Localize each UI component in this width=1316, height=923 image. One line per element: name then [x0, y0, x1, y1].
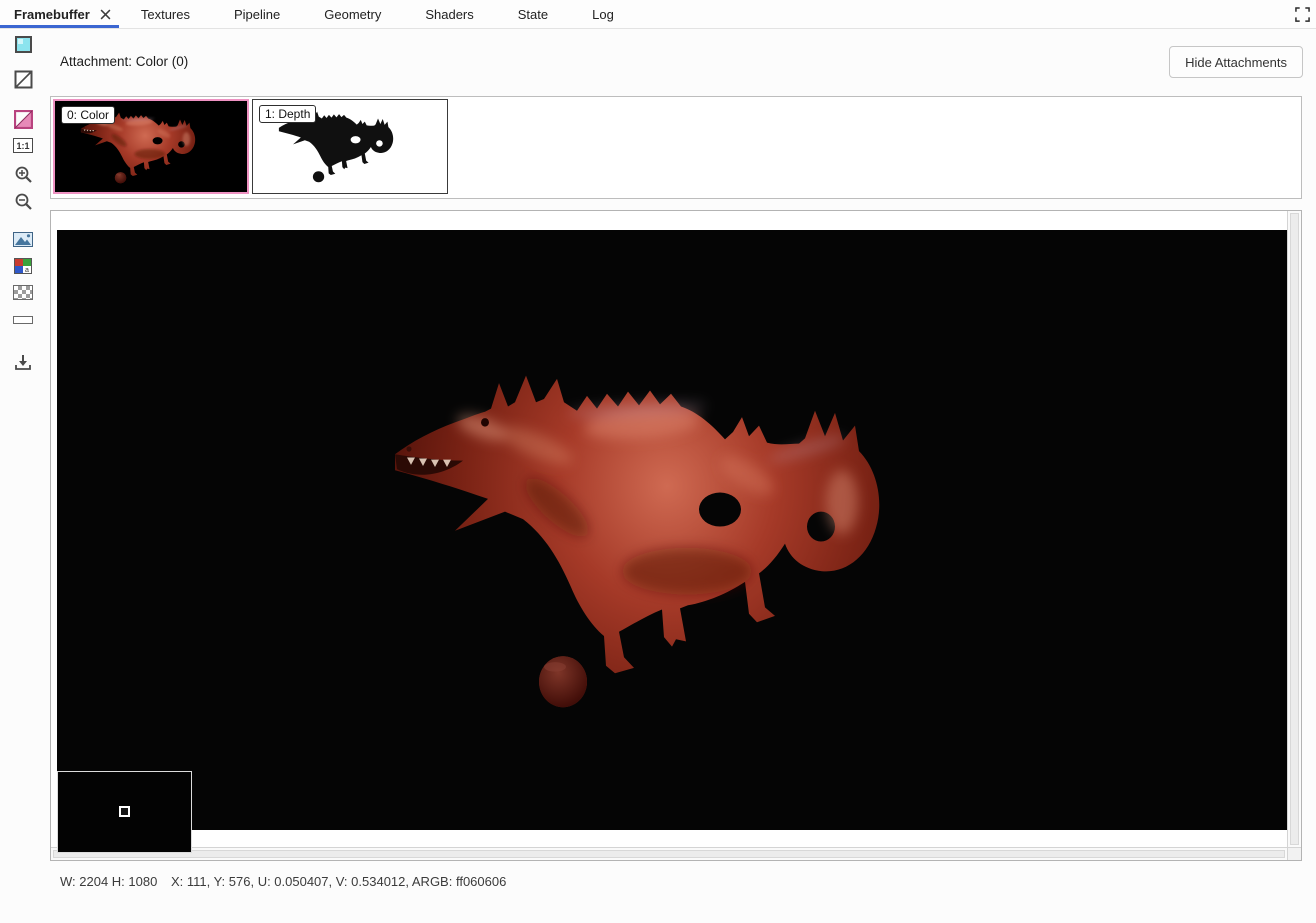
vertical-scrollbar[interactable] — [1287, 211, 1301, 847]
attachment-color-label: 0: Color — [61, 106, 115, 124]
tab-state[interactable]: State — [496, 0, 570, 28]
color-swatch-button[interactable] — [15, 36, 32, 53]
solid-background-icon — [13, 316, 33, 324]
tab-shaders[interactable]: Shaders — [403, 0, 495, 28]
pixel-marker — [119, 806, 130, 817]
save-image-button[interactable] — [14, 353, 32, 371]
save-image-icon — [14, 353, 32, 371]
flip-vertical-icon — [14, 110, 33, 129]
attachment-depth-label: 1: Depth — [259, 105, 316, 123]
alpha-channel-label: a — [25, 267, 29, 274]
tab-state-label: State — [518, 7, 548, 22]
color-channels-button[interactable]: a — [14, 258, 32, 274]
wireframe-icon — [14, 70, 33, 89]
framebuffer-canvas[interactable] — [57, 230, 1287, 830]
horizontal-scrollbar-thumb[interactable] — [53, 850, 1285, 858]
tab-shaders-label: Shaders — [425, 7, 473, 22]
tab-framebuffer[interactable]: Framebuffer — [0, 0, 119, 28]
color-channels-icon: a — [14, 258, 32, 274]
tabbar-spacer — [636, 0, 1288, 28]
tab-bar: Framebuffer Textures Pipeline Geometry S… — [0, 0, 1316, 29]
close-tab-icon[interactable] — [100, 9, 111, 20]
framebuffer-viewport — [50, 210, 1302, 861]
zoom-out-icon — [14, 192, 33, 211]
zoom-to-fit-icon — [13, 232, 33, 247]
tab-pipeline-label: Pipeline — [234, 7, 280, 22]
tab-pipeline[interactable]: Pipeline — [212, 0, 302, 28]
checkerboard-background-button[interactable] — [13, 285, 33, 300]
tab-textures[interactable]: Textures — [119, 0, 212, 28]
zoom-to-fit-button[interactable] — [13, 232, 33, 247]
hide-attachments-button[interactable]: Hide Attachments — [1169, 46, 1303, 78]
wireframe-button[interactable] — [14, 70, 33, 89]
attachment-thumbnail-color[interactable]: 0: Color — [53, 99, 249, 194]
image-dimensions: W: 2204 H: 1080 — [60, 874, 157, 889]
tab-geometry-label: Geometry — [324, 7, 381, 22]
attachment-thumbnail-depth[interactable]: 1: Depth — [252, 99, 448, 194]
flip-vertical-button[interactable] — [14, 110, 33, 129]
dragon-render — [387, 348, 887, 720]
framebuffer-toolbar: 1:1 a — [11, 36, 35, 371]
color-swatch-icon — [15, 36, 32, 53]
scrollbar-corner — [1287, 847, 1301, 860]
tab-log[interactable]: Log — [570, 0, 636, 28]
actual-size-button[interactable]: 1:1 — [13, 138, 33, 153]
actual-size-icon: 1:1 — [13, 138, 33, 153]
horizontal-scrollbar[interactable] — [51, 847, 1287, 860]
tab-geometry[interactable]: Geometry — [302, 0, 403, 28]
fullscreen-button[interactable] — [1288, 0, 1316, 28]
solid-background-button[interactable] — [13, 316, 33, 324]
checkerboard-icon — [13, 285, 33, 300]
pixel-context-preview — [57, 771, 192, 853]
tab-framebuffer-label: Framebuffer — [14, 7, 90, 22]
attachment-label: Attachment: Color (0) — [60, 54, 188, 69]
zoom-out-button[interactable] — [14, 192, 33, 211]
zoom-in-icon — [14, 165, 33, 184]
attachments-panel: 0: Color 1: Depth — [50, 96, 1302, 199]
vertical-scrollbar-thumb[interactable] — [1290, 213, 1299, 845]
zoom-in-button[interactable] — [14, 165, 33, 184]
pixel-info: X: 111, Y: 576, U: 0.050407, V: 0.534012… — [171, 874, 506, 889]
tab-textures-label: Textures — [141, 7, 190, 22]
fullscreen-icon — [1295, 7, 1310, 22]
status-bar: W: 2204 H: 1080 X: 111, Y: 576, U: 0.050… — [60, 874, 516, 889]
tab-log-label: Log — [592, 7, 614, 22]
